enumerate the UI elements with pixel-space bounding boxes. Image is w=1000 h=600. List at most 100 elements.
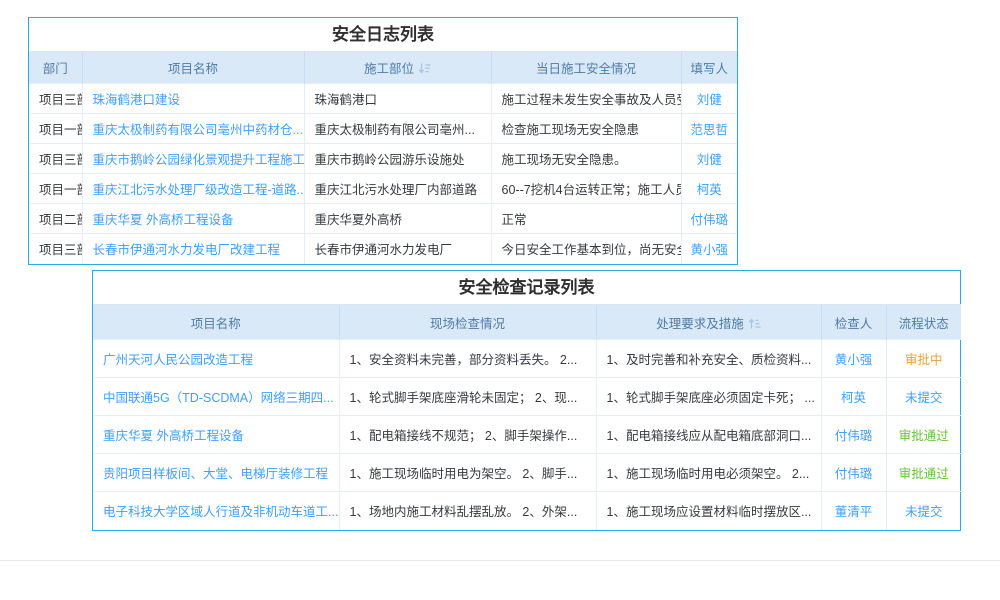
cell-status: 审批中 [886, 340, 961, 378]
inspector-link[interactable]: 付伟璐 [835, 467, 873, 481]
column-header-measures: 处理要求及措施 [596, 305, 821, 340]
cell-inspector: 付伟璐 [821, 454, 886, 492]
status-badge: 审批通过 [899, 429, 949, 443]
author-link[interactable]: 黄小强 [690, 243, 728, 257]
cell-location: 珠海鹤港口 [304, 84, 491, 114]
cell-project: 广州天河人民公园改造工程 [93, 340, 339, 378]
cell-measures: 1、轮式脚手架底座必须固定卡死； ... [596, 378, 821, 416]
cell-situation: 正常 [491, 204, 681, 234]
cell-location: 重庆太极制药有限公司亳州... [304, 114, 491, 144]
status-badge: 未提交 [905, 505, 943, 519]
column-header-status: 流程状态 [886, 305, 961, 340]
cell-project: 电子科技大学区域人行道及非机动车道工... [93, 492, 339, 530]
cell-inspection: 1、施工现场临时用电为架空。 2、脚手... [339, 454, 596, 492]
cell-measures: 1、施工现场应设置材料临时摆放区... [596, 492, 821, 530]
safety-inspection-table: 项目名称 现场检查情况 处理要求及措施 检查人 流程状态 广州天河人民公园改造工… [93, 304, 961, 530]
cell-inspector: 柯英 [821, 378, 886, 416]
author-link[interactable]: 刘健 [697, 93, 722, 107]
table-row: 电子科技大学区域人行道及非机动车道工... 1、场地内施工材料乱摆乱放。 2、外… [93, 492, 961, 530]
cell-situation: 检查施工现场无安全隐患 [491, 114, 681, 144]
cell-measures: 1、配电箱接线应从配电箱底部洞口... [596, 416, 821, 454]
sort-descending-icon[interactable] [418, 62, 431, 75]
cell-author: 范思哲 [681, 114, 737, 144]
cell-situation: 施工现场无安全隐患。 [491, 144, 681, 174]
cell-status: 未提交 [886, 378, 961, 416]
column-header-inspector: 检查人 [821, 305, 886, 340]
header-row: 部门 项目名称 施工部位 当日施工安全情况 填写人 [29, 52, 737, 84]
table-row: 项目二部 重庆华夏 外高桥工程设备 重庆华夏外高桥 正常 付伟璐 [29, 204, 737, 234]
project-link[interactable]: 重庆华夏 外高桥工程设备 [93, 213, 234, 227]
column-header-situation: 当日施工安全情况 [491, 52, 681, 84]
cell-measures: 1、及时完善和补充安全、质检资料... [596, 340, 821, 378]
inspector-link[interactable]: 柯英 [841, 391, 866, 405]
cell-inspector: 董清平 [821, 492, 886, 530]
cell-inspector: 付伟璐 [821, 416, 886, 454]
table-row: 中国联通5G（TD-SCDMA）网络三期四... 1、轮式脚手架底座滑轮未固定；… [93, 378, 961, 416]
table-row: 项目一部 重庆太极制药有限公司亳州中药材仓... 重庆太极制药有限公司亳州...… [29, 114, 737, 144]
cell-status: 未提交 [886, 492, 961, 530]
project-link[interactable]: 重庆市鹅岭公园绿化景观提升工程施工 [93, 153, 305, 167]
inspector-link[interactable]: 付伟璐 [835, 429, 873, 443]
column-header-project: 项目名称 [82, 52, 304, 84]
cell-author: 刘健 [681, 144, 737, 174]
author-link[interactable]: 范思哲 [690, 123, 728, 137]
cell-project: 重庆华夏 外高桥工程设备 [93, 416, 339, 454]
inspector-link[interactable]: 董清平 [835, 505, 873, 519]
cell-dept: 项目三部 [29, 84, 82, 114]
cell-author: 付伟璐 [681, 204, 737, 234]
cell-dept: 项目三部 [29, 234, 82, 264]
cell-inspector: 黄小强 [821, 340, 886, 378]
cell-situation: 今日安全工作基本到位，尚无安全隐患... [491, 234, 681, 264]
cell-project: 重庆华夏 外高桥工程设备 [82, 204, 304, 234]
cell-author: 刘健 [681, 84, 737, 114]
table-row: 项目三部 重庆市鹅岭公园绿化景观提升工程施工 重庆市鹅岭公园游乐设施处 施工现场… [29, 144, 737, 174]
page-divider [0, 560, 1000, 561]
cell-inspection: 1、配电箱接线不规范； 2、脚手架操作... [339, 416, 596, 454]
project-link[interactable]: 广州天河人民公园改造工程 [103, 353, 253, 367]
author-link[interactable]: 刘健 [697, 153, 722, 167]
author-link[interactable]: 付伟璐 [690, 213, 728, 227]
safety-inspection-table-title: 安全检查记录列表 [93, 271, 960, 304]
cell-project: 珠海鹤港口建设 [82, 84, 304, 114]
cell-inspection: 1、轮式脚手架底座滑轮未固定； 2、现... [339, 378, 596, 416]
cell-project: 贵阳项目样板间、大堂、电梯厅装修工程 [93, 454, 339, 492]
table-row: 重庆华夏 外高桥工程设备 1、配电箱接线不规范； 2、脚手架操作... 1、配电… [93, 416, 961, 454]
cell-inspection: 1、安全资料未完善，部分资料丢失。 2... [339, 340, 596, 378]
cell-location: 重庆江北污水处理厂内部道路 [304, 174, 491, 204]
cell-project: 重庆太极制药有限公司亳州中药材仓... [82, 114, 304, 144]
column-header-location: 施工部位 [304, 52, 491, 84]
cell-status: 审批通过 [886, 416, 961, 454]
cell-project: 重庆江北污水处理厂级改造工程-道路... [82, 174, 304, 204]
project-link[interactable]: 长春市伊通河水力发电厂改建工程 [93, 243, 281, 257]
safety-log-table: 部门 项目名称 施工部位 当日施工安全情况 填写人 项目三部 珠海鹤港口建设 珠… [29, 51, 737, 264]
inspector-link[interactable]: 黄小强 [835, 353, 873, 367]
safety-inspection-table-card: 安全检查记录列表 项目名称 现场检查情况 处理要求及措施 检查人 流程状态 广州… [92, 270, 961, 531]
cell-location: 长春市伊通河水力发电厂 [304, 234, 491, 264]
cell-dept: 项目二部 [29, 204, 82, 234]
cell-location: 重庆市鹅岭公园游乐设施处 [304, 144, 491, 174]
project-link[interactable]: 重庆华夏 外高桥工程设备 [103, 429, 244, 443]
sort-ascending-icon[interactable] [748, 317, 761, 330]
project-link[interactable]: 重庆太极制药有限公司亳州中药材仓... [93, 123, 303, 137]
cell-location: 重庆华夏外高桥 [304, 204, 491, 234]
project-link[interactable]: 中国联通5G（TD-SCDMA）网络三期四... [103, 391, 334, 405]
safety-log-table-card: 安全日志列表 部门 项目名称 施工部位 当日施工安全情况 填写人 项目三部 珠海… [28, 17, 738, 265]
header-row: 项目名称 现场检查情况 处理要求及措施 检查人 流程状态 [93, 305, 961, 340]
status-badge: 审批中 [905, 353, 943, 367]
status-badge: 审批通过 [899, 467, 949, 481]
cell-project: 重庆市鹅岭公园绿化景观提升工程施工 [82, 144, 304, 174]
project-link[interactable]: 珠海鹤港口建设 [93, 93, 181, 107]
cell-measures: 1、施工现场临时用电必须架空。 2... [596, 454, 821, 492]
table-row: 项目三部 珠海鹤港口建设 珠海鹤港口 施工过程未发生安全事故及人员受伤情况 刘健 [29, 84, 737, 114]
cell-author: 黄小强 [681, 234, 737, 264]
cell-inspection: 1、场地内施工材料乱摆乱放。 2、外架... [339, 492, 596, 530]
project-link[interactable]: 贵阳项目样板间、大堂、电梯厅装修工程 [103, 467, 328, 481]
table-row: 广州天河人民公园改造工程 1、安全资料未完善，部分资料丢失。 2... 1、及时… [93, 340, 961, 378]
cell-dept: 项目一部 [29, 114, 82, 144]
project-link[interactable]: 重庆江北污水处理厂级改造工程-道路... [93, 183, 305, 197]
column-header-author: 填写人 [681, 52, 737, 84]
author-link[interactable]: 柯英 [697, 183, 722, 197]
table-row: 项目三部 长春市伊通河水力发电厂改建工程 长春市伊通河水力发电厂 今日安全工作基… [29, 234, 737, 264]
project-link[interactable]: 电子科技大学区域人行道及非机动车道工... [103, 505, 338, 519]
cell-situation: 60--7挖机4台运转正常；施工人员无违... [491, 174, 681, 204]
